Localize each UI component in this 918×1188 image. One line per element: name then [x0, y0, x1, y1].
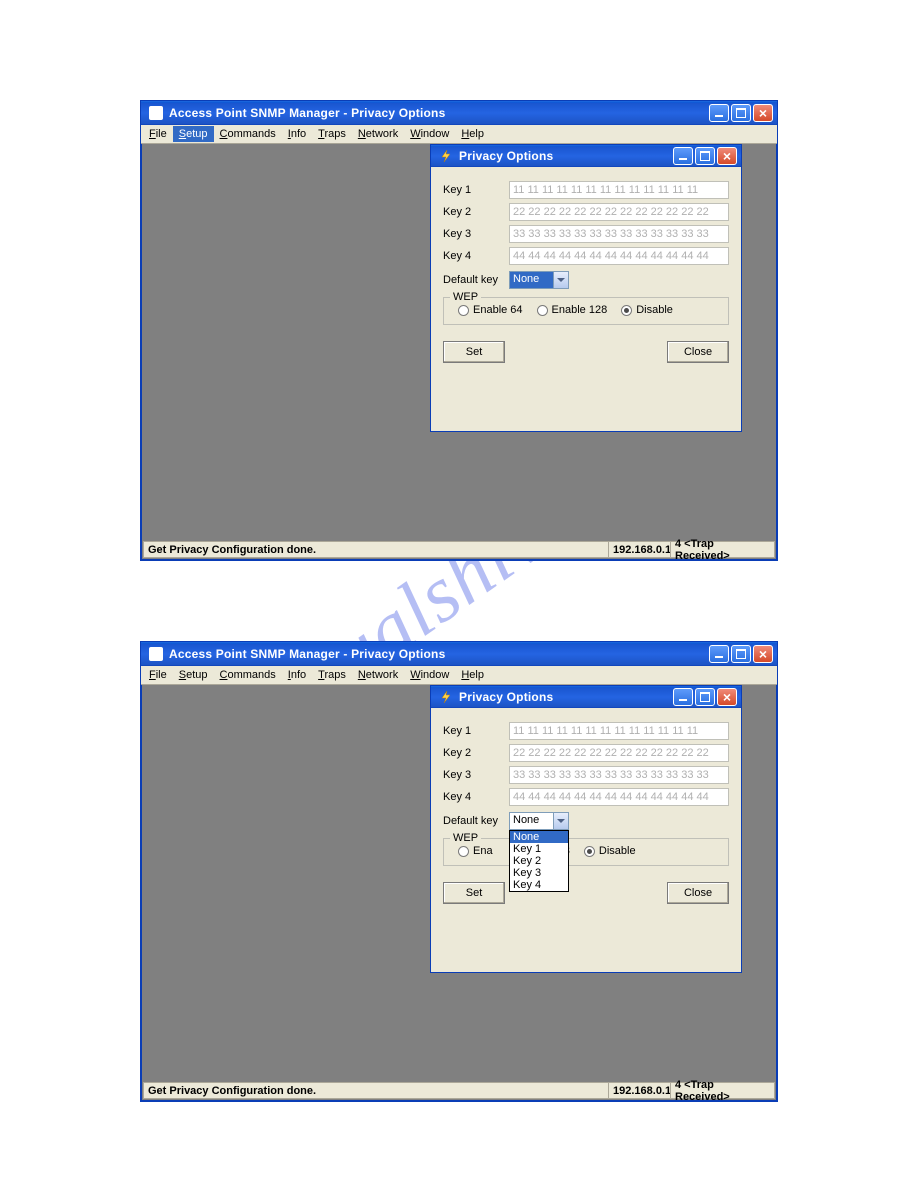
- defaultkey-combo[interactable]: None: [509, 271, 569, 289]
- main-window-2: Access Point SNMP Manager - Privacy Opti…: [140, 641, 778, 1102]
- wep-enable64[interactable]: Ena: [458, 845, 493, 857]
- defaultkey-value: None: [510, 813, 553, 829]
- status-left: Get Privacy Configuration done.: [143, 541, 608, 558]
- menu-help[interactable]: Help: [455, 126, 490, 142]
- menu-setup[interactable]: Setup: [173, 667, 214, 683]
- dlg-maximize-button[interactable]: [695, 688, 715, 706]
- key2-input[interactable]: [509, 744, 729, 762]
- dd-option-key3[interactable]: Key 3: [510, 867, 568, 879]
- menu-network[interactable]: Network: [352, 667, 404, 683]
- wep-disable[interactable]: Disable: [621, 304, 673, 316]
- menu-window[interactable]: Window: [404, 667, 455, 683]
- key2-label: Key 2: [443, 747, 509, 759]
- dlg-maximize-button[interactable]: [695, 147, 715, 165]
- dialog-titlebar[interactable]: Privacy Options: [431, 145, 741, 167]
- dlg-close-button[interactable]: [717, 147, 737, 165]
- menubar[interactable]: File Setup Commands Info Traps Network W…: [141, 125, 777, 144]
- menu-traps[interactable]: Traps: [312, 667, 352, 683]
- menu-setup[interactable]: Setup: [173, 126, 214, 142]
- defaultkey-label: Default key: [443, 815, 509, 827]
- menu-info[interactable]: Info: [282, 126, 312, 142]
- defaultkey-label: Default key: [443, 274, 509, 286]
- key3-input[interactable]: [509, 225, 729, 243]
- menu-traps[interactable]: Traps: [312, 126, 352, 142]
- menu-file[interactable]: File: [143, 126, 173, 142]
- dialog-title-2: Privacy Options: [457, 690, 673, 704]
- main-titlebar[interactable]: Access Point SNMP Manager - Privacy Opti…: [141, 101, 777, 125]
- key4-label: Key 4: [443, 791, 509, 803]
- chevron-down-icon[interactable]: [553, 813, 568, 829]
- app-icon: [149, 106, 163, 120]
- lightning-icon: [439, 149, 453, 163]
- window-title: Access Point SNMP Manager - Privacy Opti…: [167, 106, 709, 120]
- menu-commands[interactable]: Commands: [214, 126, 282, 142]
- wep-enable64[interactable]: Enable 64: [458, 304, 523, 316]
- mdi-area: Privacy Options Key 1 Key 2 Key 3 Key 4: [144, 144, 774, 541]
- key2-label: Key 2: [443, 206, 509, 218]
- privacy-dialog: Privacy Options Key 1 Key 2 Key 3 Key 4: [430, 144, 742, 432]
- key3-input[interactable]: [509, 766, 729, 784]
- dlg-minimize-button[interactable]: [673, 147, 693, 165]
- menu-network[interactable]: Network: [352, 126, 404, 142]
- key3-label: Key 3: [443, 769, 509, 781]
- wep-legend: WEP: [450, 832, 481, 844]
- dlg-close-button[interactable]: [717, 688, 737, 706]
- key4-label: Key 4: [443, 250, 509, 262]
- key3-label: Key 3: [443, 228, 509, 240]
- dd-option-none[interactable]: None: [510, 831, 568, 843]
- defaultkey-value: None: [510, 272, 553, 288]
- key1-input[interactable]: [509, 722, 729, 740]
- status-right: 4 <Trap Received>: [670, 541, 775, 558]
- dialog-title: Privacy Options: [457, 149, 673, 163]
- lightning-icon: [439, 690, 453, 704]
- menu-commands[interactable]: Commands: [214, 667, 282, 683]
- close-button[interactable]: Close: [667, 341, 729, 363]
- menu-file[interactable]: File: [143, 667, 173, 683]
- defaultkey-combo-open[interactable]: None: [509, 812, 569, 830]
- dialog-titlebar-2[interactable]: Privacy Options: [431, 686, 741, 708]
- chevron-down-icon[interactable]: [553, 272, 568, 288]
- statusbar: Get Privacy Configuration done. 192.168.…: [143, 541, 775, 558]
- set-button[interactable]: Set: [443, 341, 505, 363]
- status-ip: 192.168.0.1: [608, 541, 670, 558]
- main-close-button[interactable]: [753, 104, 773, 122]
- maximize-button[interactable]: [731, 645, 751, 663]
- main-titlebar-2[interactable]: Access Point SNMP Manager - Privacy Opti…: [141, 642, 777, 666]
- status-ip: 192.168.0.1: [608, 1082, 670, 1099]
- key2-input[interactable]: [509, 203, 729, 221]
- key4-input[interactable]: [509, 788, 729, 806]
- wep-legend: WEP: [450, 291, 481, 303]
- key4-input[interactable]: [509, 247, 729, 265]
- key1-label: Key 1: [443, 725, 509, 737]
- statusbar-2: Get Privacy Configuration done. 192.168.…: [143, 1082, 775, 1099]
- app-icon: [149, 647, 163, 661]
- dd-option-key4[interactable]: Key 4: [510, 879, 568, 891]
- key1-input[interactable]: [509, 181, 729, 199]
- set-button[interactable]: Set: [443, 882, 505, 904]
- minimize-button[interactable]: [709, 645, 729, 663]
- dd-option-key1[interactable]: Key 1: [510, 843, 568, 855]
- wep-group-2: WEP Ena nable 128 Disable: [443, 838, 729, 866]
- close-button[interactable]: Close: [667, 882, 729, 904]
- dlg-minimize-button[interactable]: [673, 688, 693, 706]
- window-title-2: Access Point SNMP Manager - Privacy Opti…: [167, 647, 709, 661]
- menubar-2[interactable]: File Setup Commands Info Traps Network W…: [141, 666, 777, 685]
- wep-group: WEP Enable 64 Enable 128 Disable: [443, 297, 729, 325]
- defaultkey-dropdown[interactable]: None Key 1 Key 2 Key 3 Key 4: [509, 830, 569, 892]
- wep-disable[interactable]: Disable: [584, 845, 636, 857]
- privacy-dialog-2: Privacy Options Key 1 Key 2 Key 3 Key 4: [430, 685, 742, 973]
- mdi-area-2: Privacy Options Key 1 Key 2 Key 3 Key 4: [144, 685, 774, 1082]
- menu-info[interactable]: Info: [282, 667, 312, 683]
- maximize-button[interactable]: [731, 104, 751, 122]
- key1-label: Key 1: [443, 184, 509, 196]
- wep-enable128[interactable]: Enable 128: [537, 304, 608, 316]
- status-left: Get Privacy Configuration done.: [143, 1082, 608, 1099]
- menu-window[interactable]: Window: [404, 126, 455, 142]
- menu-help[interactable]: Help: [455, 667, 490, 683]
- main-window-1: Access Point SNMP Manager - Privacy Opti…: [140, 100, 778, 561]
- status-right: 4 <Trap Received>: [670, 1082, 775, 1099]
- minimize-button[interactable]: [709, 104, 729, 122]
- main-close-button[interactable]: [753, 645, 773, 663]
- dd-option-key2[interactable]: Key 2: [510, 855, 568, 867]
